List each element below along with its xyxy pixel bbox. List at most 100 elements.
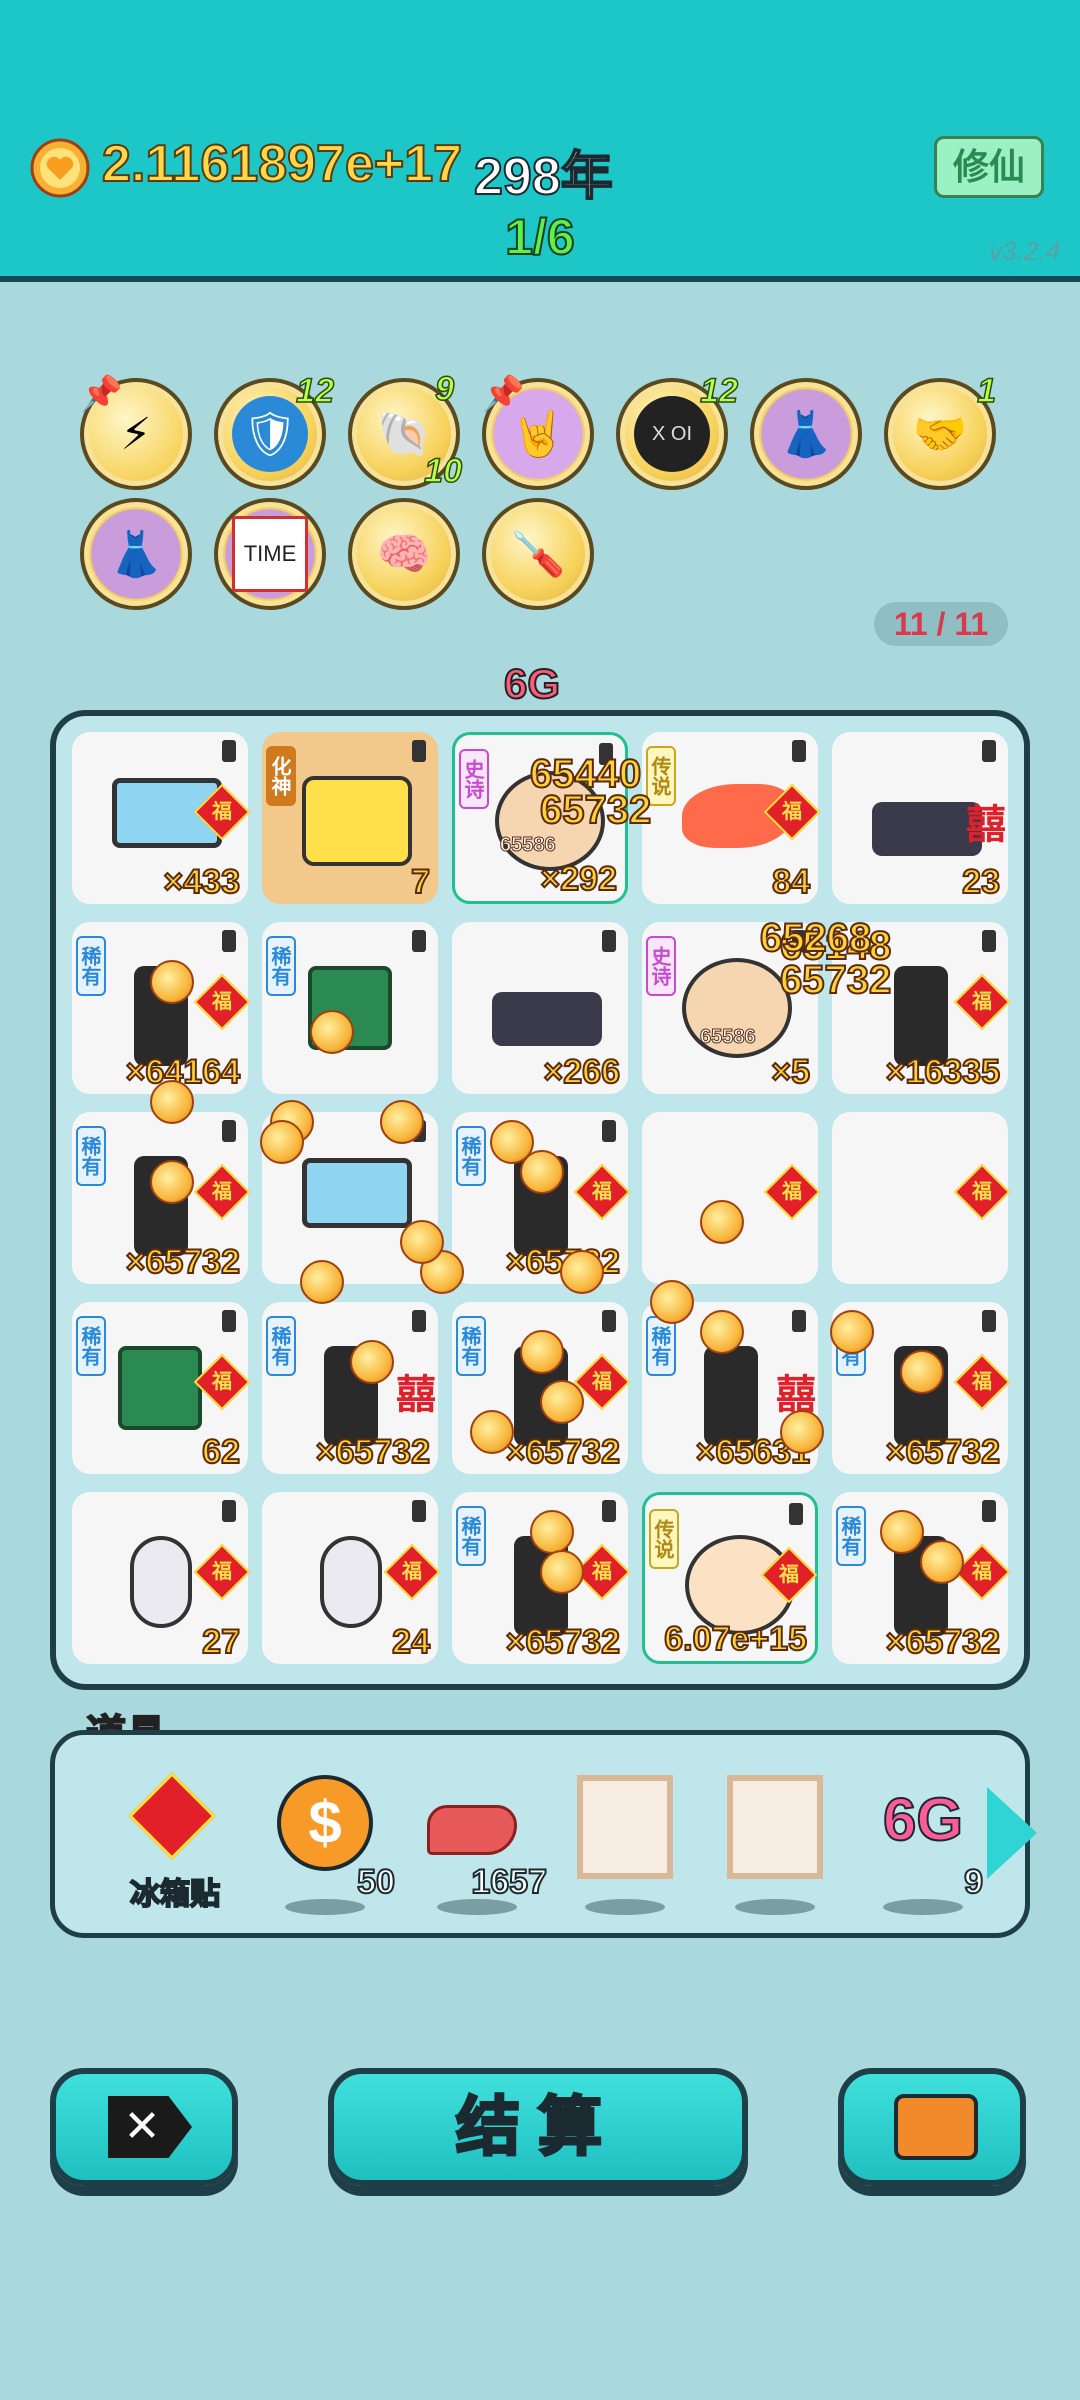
pc-tower-icon (894, 966, 948, 1066)
item-count: 62 (201, 1432, 241, 1472)
coin-effect-icon (830, 1310, 874, 1354)
xiuxian-button[interactable]: 修仙 (934, 136, 1044, 198)
item-6g[interactable]: 6G 9 (863, 1775, 984, 1915)
item-fu-sticker[interactable]: 冰箱贴 (115, 1772, 235, 1915)
board-cell[interactable]: 福 27 (72, 1492, 251, 1664)
coin-effect-icon (540, 1380, 584, 1424)
item-shadow (883, 1899, 963, 1915)
screwdriver-icon: 🪛 (510, 530, 566, 579)
board-cell[interactable]: 囍 23 (832, 732, 1008, 904)
item-count: 23 (961, 862, 1001, 902)
rarity-tag: 稀有 (266, 1316, 296, 1376)
item-count: 24 (391, 1622, 431, 1662)
buff-math[interactable]: 🧠 (348, 498, 460, 610)
buff-screwdriver[interactable]: 🪛 (482, 498, 594, 610)
plug-icon (222, 1500, 236, 1522)
buff-rock-hand[interactable]: 📌 🤘 (482, 375, 594, 490)
item-count: ×65732 (315, 1432, 431, 1472)
fu-badge-icon: 福 (953, 1543, 1011, 1601)
buff-time[interactable]: TIME (214, 498, 326, 610)
coin-effect-icon (560, 1250, 604, 1294)
board-cell[interactable]: 福 (832, 1112, 1011, 1284)
settle-button[interactable]: 结算 (328, 2068, 748, 2186)
board-cell[interactable]: 传说福 84 (642, 732, 821, 904)
board-cell[interactable]: 福 ×433 (72, 732, 251, 904)
buff-level: 1 (976, 371, 996, 411)
buff-skirt[interactable]: 👗 (750, 378, 862, 490)
item-count: 6.07e+15 (663, 1619, 808, 1659)
buff-level: 12 (699, 371, 738, 411)
plug-icon (602, 930, 616, 952)
floating-number: 65732 (539, 787, 652, 833)
buff-skirt-2[interactable]: 👗 (80, 498, 192, 610)
board-cell[interactable]: 福 (642, 1112, 821, 1284)
buff-chip[interactable]: X OI 12 (616, 371, 739, 490)
rarity-tag: 稀有 (646, 1316, 676, 1376)
cpu-icon (118, 1346, 202, 1430)
fu-badge-icon: 福 (953, 1163, 1011, 1221)
buff-lightning[interactable]: 📌 ⚡ (80, 375, 192, 490)
item-count: ×65732 (505, 1622, 621, 1662)
rarity-tag: 稀有 (76, 936, 106, 996)
board-cell[interactable]: ×266 (452, 922, 628, 1094)
plug-icon (222, 1310, 236, 1332)
coin-effect-icon (310, 1010, 354, 1054)
item-dollar-coin[interactable]: $ 50 (265, 1775, 396, 1915)
plug-icon (602, 1120, 616, 1142)
rarity-tag: 稀有 (836, 1506, 866, 1566)
coin-effect-icon (150, 1080, 194, 1124)
rock-hand-icon: 🤘 (510, 410, 566, 459)
fu-sticker-icon (128, 1772, 216, 1860)
item-shadow (585, 1899, 665, 1915)
plug-icon (982, 1500, 996, 1522)
buff-handshake[interactable]: 🤝 1 (884, 371, 997, 490)
coin-effect-icon (780, 1410, 824, 1454)
fu-badge-icon: 福 (573, 1163, 631, 1221)
board-cell[interactable]: 稀有福×65732 (452, 1112, 631, 1284)
item-shadow (285, 1899, 365, 1915)
item-frame-1[interactable] (565, 1775, 685, 1915)
buff-level-secondary: 10 (423, 451, 462, 491)
fu-badge-icon: 福 (193, 1543, 251, 1601)
buff-shell[interactable]: 🐚 9 10 (348, 369, 463, 491)
coin-effect-icon (400, 1220, 444, 1264)
mouse-icon (130, 1536, 192, 1628)
bag-button[interactable] (838, 2068, 1026, 2186)
frame-icon (727, 1775, 823, 1879)
plug-icon (982, 1310, 996, 1332)
buff-shield[interactable]: 🛡 12 (214, 371, 335, 490)
board-cell[interactable]: 稀有 (262, 922, 438, 1094)
math-head-icon: 🧠 (376, 530, 432, 579)
board-cell[interactable]: 稀有福×65732 (832, 1492, 1011, 1664)
item-count: ×5 (770, 1052, 811, 1092)
skirt-icon: 👗 (778, 410, 834, 459)
liver-icon (427, 1805, 517, 1855)
board-cell[interactable]: 稀有囍 ×65732 (262, 1302, 438, 1474)
money-total: 2.1161897e+17 (101, 134, 463, 194)
item-liver[interactable]: 1657 (417, 1775, 548, 1915)
rarity-tag: 稀有 (456, 1316, 486, 1376)
coin-effect-icon (880, 1510, 924, 1554)
plug-icon (412, 1500, 426, 1522)
next-arrow-icon[interactable] (987, 1787, 1037, 1879)
item-count: ×65732 (125, 1242, 241, 1282)
plug-icon (602, 1500, 616, 1522)
plug-icon (982, 740, 996, 762)
coin-effect-icon (530, 1510, 574, 1554)
board-cell[interactable]: 稀有福 ×64164 (72, 922, 251, 1094)
board-cell[interactable]: 传说福 6.07e+15 (642, 1492, 818, 1664)
double-happiness-icon: 囍 (966, 803, 1006, 847)
board-cell[interactable]: 稀有福 62 (72, 1302, 251, 1474)
board-cell[interactable]: 福 24 (262, 1492, 441, 1664)
plug-icon (222, 740, 236, 762)
fu-badge-icon: 福 (763, 1163, 821, 1221)
coin-effect-icon (150, 1160, 194, 1204)
fu-badge-icon: 福 (193, 1353, 251, 1411)
plug-icon (222, 1120, 236, 1142)
board-cell[interactable]: 化神 7 (262, 732, 438, 904)
item-frame-2[interactable] (715, 1775, 835, 1915)
frame-icon (577, 1775, 673, 1879)
coin-effect-icon (520, 1330, 564, 1374)
fu-badge-icon: 福 (383, 1543, 441, 1601)
cancel-button[interactable]: ✕ (50, 2068, 238, 2186)
